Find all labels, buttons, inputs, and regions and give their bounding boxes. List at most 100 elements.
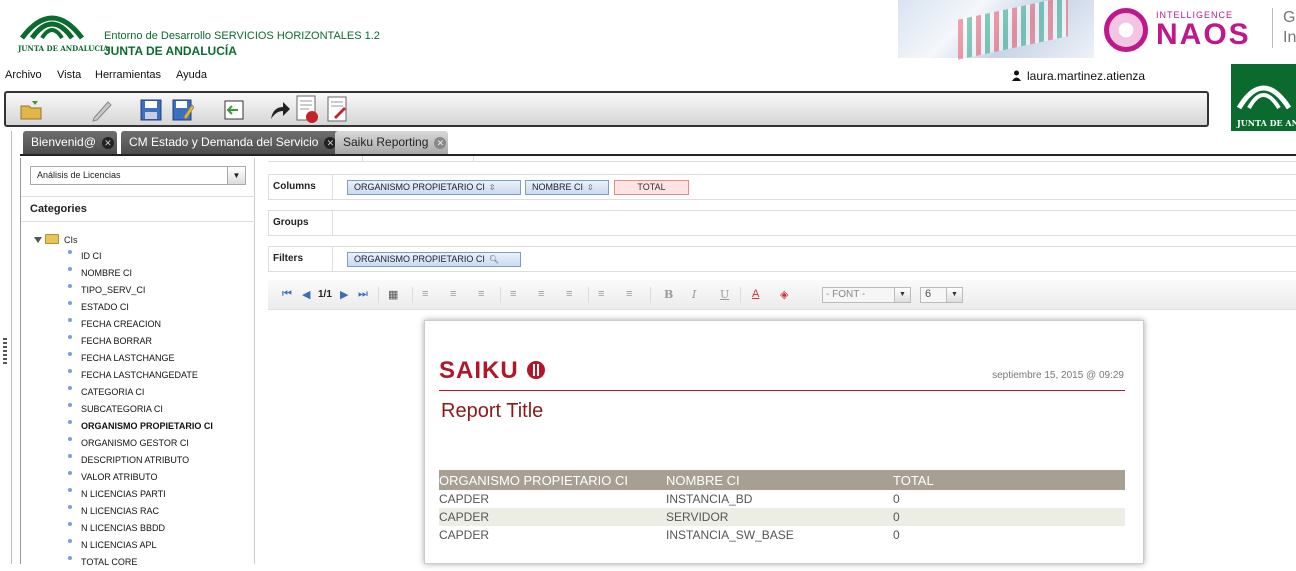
prev-page-icon[interactable]: ◀: [302, 288, 310, 301]
chevron-down-icon[interactable]: ▼: [946, 288, 962, 302]
dimension-item[interactable]: NOMBRE CI: [67, 265, 213, 282]
tab-bienvenido[interactable]: Bienvenid@ ✕: [23, 131, 117, 154]
chip-label: ORGANISMO PROPIETARIO CI: [354, 182, 485, 192]
bold-icon[interactable]: B: [664, 288, 673, 301]
org-name: JUNTA DE ANDALUCÍA: [104, 44, 237, 58]
search-icon[interactable]: 🔍︎: [489, 255, 499, 264]
expand-triangle-icon[interactable]: [34, 237, 42, 243]
user-menu[interactable]: laura.martinez.atienza: [1012, 69, 1145, 83]
sort-icon[interactable]: ⇳: [587, 183, 594, 192]
save-as-button[interactable]: [171, 98, 195, 122]
column-chip-organismo[interactable]: ORGANISMO PROPIETARIO CI ⇳: [347, 180, 521, 195]
chip-label: NOMBRE CI: [532, 182, 584, 192]
left-panel-splitter[interactable]: [0, 131, 12, 564]
open-folder-button[interactable]: [20, 98, 44, 122]
dimension-item[interactable]: FECHA BORRAR: [67, 333, 213, 350]
folder-icon: [45, 234, 59, 244]
dimension-item[interactable]: N LICENCIAS BBDD: [67, 520, 213, 537]
outdent-icon[interactable]: ≡: [626, 288, 632, 300]
dimension-item[interactable]: N LICENCIAS PARTI: [67, 486, 213, 503]
dimension-item[interactable]: SUBCATEGORIA CI: [67, 401, 213, 418]
report-date: septiembre 15, 2015 @ 09:29: [992, 370, 1124, 381]
filters-label: Filters: [269, 247, 333, 271]
dimension-item[interactable]: CATEGORIA CI: [67, 384, 213, 401]
column-chip-nombre[interactable]: NOMBRE CI ⇳: [525, 180, 609, 195]
table-cell: 0: [893, 508, 1125, 526]
chevron-down-icon[interactable]: ▼: [894, 288, 910, 302]
tab-saiku-reporting[interactable]: Saiku Reporting ✕: [335, 131, 448, 154]
columns-drop-zone[interactable]: Columns ORGANISMO PROPIETARIO CI ⇳ NOMBRE…: [268, 174, 1296, 200]
workspace-top-strip: [268, 156, 1296, 162]
dimension-item[interactable]: ORGANISMO PROPIETARIO CI: [67, 418, 213, 435]
save-button[interactable]: [139, 98, 163, 122]
align-top-icon[interactable]: ≡: [510, 288, 516, 300]
menu-archivo[interactable]: Archivo: [5, 69, 42, 81]
indent-icon[interactable]: ≡: [598, 288, 604, 300]
italic-icon[interactable]: I: [692, 288, 696, 301]
filters-drop-zone[interactable]: Filters ORGANISMO PROPIETARIO CI 🔍︎: [268, 246, 1296, 272]
report-table: ORGANISMO PROPIETARIO CI NOMBRE CI TOTAL…: [439, 470, 1125, 544]
page-indicator: 1/1: [318, 289, 332, 300]
dimension-item[interactable]: FECHA LASTCHANGEDATE: [67, 367, 213, 384]
cube-select[interactable]: Análisis de Licencias ▼: [30, 166, 246, 185]
table-cell: CAPDER: [439, 508, 666, 526]
menu-vista[interactable]: Vista: [57, 69, 81, 81]
tab-label: Saiku Reporting: [343, 135, 429, 149]
dimension-item[interactable]: TOTAL CORE: [67, 554, 213, 571]
font-size-value: 6: [925, 288, 932, 300]
dimension-item[interactable]: DESCRIPTION ATRIBUTO: [67, 452, 213, 469]
align-right-icon[interactable]: ≡: [478, 288, 484, 300]
filter-chip-organismo[interactable]: ORGANISMO PROPIETARIO CI 🔍︎: [347, 252, 521, 267]
close-icon[interactable]: ✕: [101, 137, 114, 149]
banner-chart-image: [898, 0, 1094, 60]
save-icon: [140, 99, 162, 121]
menu-herramientas[interactable]: Herramientas: [95, 69, 161, 81]
close-icon[interactable]: ✕: [434, 137, 447, 149]
dimension-item[interactable]: FECHA CREACION: [67, 316, 213, 333]
dimension-item[interactable]: VALOR ATRIBUTO: [67, 469, 213, 486]
report-edit-button[interactable]: [326, 95, 350, 125]
menu-bar: Archivo Vista Herramientas Ayuda laura.m…: [0, 66, 1296, 86]
first-page-icon[interactable]: ⏮: [282, 288, 292, 301]
tree-root-cis[interactable]: CIs: [34, 234, 78, 245]
next-page-icon[interactable]: ▶: [340, 288, 348, 301]
dimension-item[interactable]: N LICENCIAS APL: [67, 537, 213, 554]
grid-layout-icon[interactable]: ▦: [388, 288, 398, 301]
splitter-grip-icon[interactable]: [3, 338, 7, 364]
font-size-select[interactable]: 6 ▼: [920, 287, 963, 303]
font-color-icon[interactable]: A: [752, 288, 759, 300]
table-row: CAPDER SERVIDOR 0: [439, 508, 1125, 526]
dimension-item[interactable]: FECHA LASTCHANGE: [67, 350, 213, 367]
groups-drop-zone[interactable]: Groups: [268, 210, 1296, 236]
dimension-item[interactable]: ORGANISMO GESTOR CI: [67, 435, 213, 452]
export-button[interactable]: [268, 98, 292, 122]
dimension-item[interactable]: TIPO_SERV_CI: [67, 282, 213, 299]
edit-button[interactable]: [90, 98, 114, 122]
junta-logo-small: JUNTA DE ANDALUCIA: [1231, 64, 1296, 131]
saiku-workspace: Columns ORGANISMO PROPIETARIO CI ⇳ NOMBRE…: [256, 156, 1296, 564]
table-row: CAPDER INSTANCIA_BD 0: [439, 490, 1125, 508]
menu-ayuda[interactable]: Ayuda: [176, 69, 207, 81]
sort-icon[interactable]: ⇳: [489, 183, 496, 192]
back-icon: [224, 100, 244, 120]
last-page-icon[interactable]: ⏭: [358, 288, 368, 301]
chevron-down-icon[interactable]: ▼: [227, 167, 245, 184]
save-as-icon: [172, 99, 194, 121]
table-header: ORGANISMO PROPIETARIO CI: [439, 470, 666, 490]
table-header: NOMBRE CI: [666, 470, 893, 490]
align-left-icon[interactable]: ≡: [422, 288, 428, 300]
align-middle-icon[interactable]: ≡: [538, 288, 544, 300]
underline-icon[interactable]: U: [720, 288, 729, 301]
dimension-item[interactable]: N LICENCIAS RAC: [67, 503, 213, 520]
report-pdf-button[interactable]: [295, 95, 321, 125]
report-title[interactable]: Report Title: [441, 400, 543, 423]
back-button[interactable]: [222, 98, 246, 122]
tab-cm-estado[interactable]: CM Estado y Demanda del Servicio ✕: [121, 131, 351, 154]
column-chip-total[interactable]: TOTAL: [614, 180, 689, 195]
align-bottom-icon[interactable]: ≡: [566, 288, 572, 300]
font-family-select[interactable]: - FONT - ▼: [822, 287, 911, 303]
align-center-icon[interactable]: ≡: [450, 288, 456, 300]
fill-color-icon[interactable]: ◈: [780, 288, 788, 301]
dimension-item[interactable]: ESTADO CI: [67, 299, 213, 316]
dimension-item[interactable]: ID CI: [67, 248, 213, 265]
